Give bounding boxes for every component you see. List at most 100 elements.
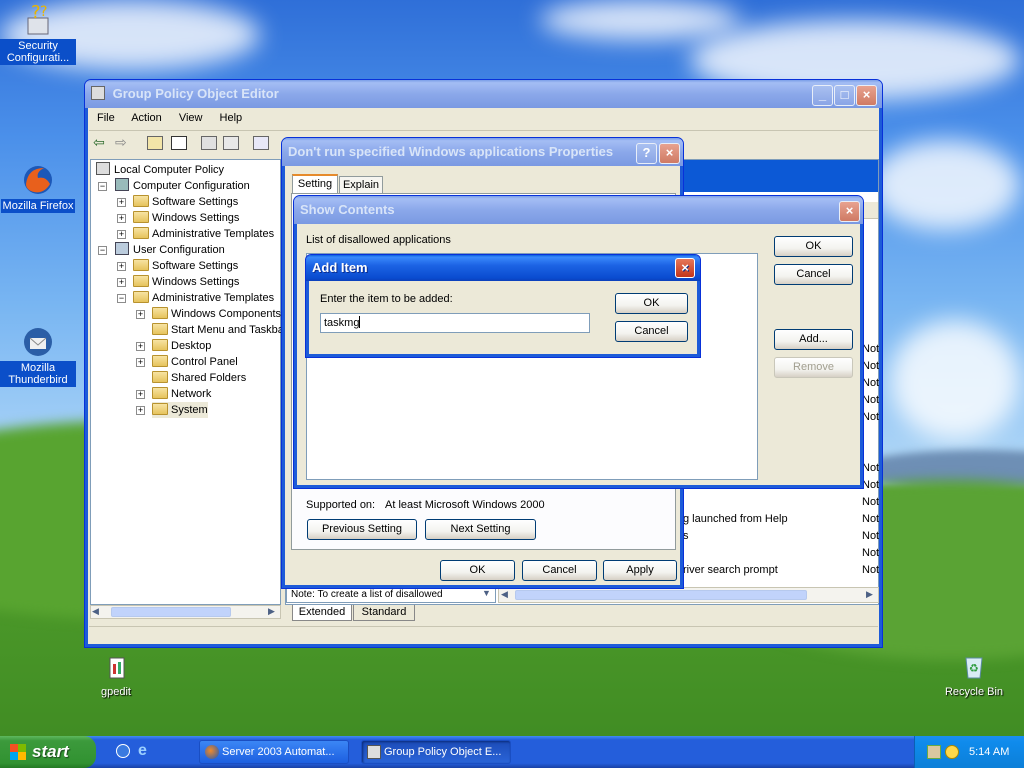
collapse-toggle[interactable]: − [117,294,126,303]
collapse-toggle[interactable]: − [98,182,107,191]
tree-node-windows-settings[interactable]: Windows Settings [133,210,239,226]
expand-toggle[interactable]: + [136,406,145,415]
row-state[interactable]: Not [862,513,879,525]
desktop-icon-gpedit[interactable]: gpedit [78,650,154,699]
menu-view[interactable]: View [179,112,203,124]
expand-toggle[interactable]: + [136,342,145,351]
ok-button[interactable]: OK [615,293,688,314]
tray-status-icon[interactable] [945,745,959,759]
desktop-icon-recycle-bin[interactable]: ♻ Recycle Bin [936,650,1012,699]
cancel-button[interactable]: Cancel [615,321,688,342]
cancel-button[interactable]: Cancel [522,560,597,581]
expand-toggle[interactable]: + [117,214,126,223]
apply-button[interactable]: Apply [603,560,677,581]
tree-node-local-computer-policy[interactable]: Local Computer Policy [96,162,224,178]
menu-action[interactable]: Action [131,112,162,124]
menu-help[interactable]: Help [220,112,243,124]
gpo-title-bar[interactable]: Group Policy Object Editor _ □ × [85,80,882,108]
remove-button[interactable]: Remove [774,357,853,378]
internet-explorer-icon[interactable]: e [138,742,147,760]
previous-setting-button[interactable]: Previous Setting [307,519,417,540]
expand-toggle[interactable]: + [117,278,126,287]
scroll-thumb[interactable] [111,607,231,617]
row-state[interactable]: Not [862,394,879,406]
show-hide-tree-icon[interactable] [171,136,187,150]
export-list-icon[interactable] [223,136,239,150]
details-horizontal-scrollbar[interactable]: ◀ ▶ [498,587,879,603]
start-button[interactable]: start [0,736,96,768]
tree-node-shared-folders[interactable]: Shared Folders [152,370,246,386]
expand-toggle[interactable]: + [136,390,145,399]
close-button[interactable]: × [675,258,695,278]
clock[interactable]: 5:14 AM [969,736,1009,768]
desktop-icon-firefox[interactable]: Mozilla Firefox [0,164,76,213]
tray-app-icon[interactable] [927,745,941,759]
row-name[interactable]: g launched from Help [683,513,788,525]
properties-icon[interactable] [201,136,217,150]
expand-toggle[interactable]: + [117,262,126,271]
tree-node-control-panel[interactable]: Control Panel [152,354,238,370]
add-item-title-bar[interactable]: Add Item × [306,255,700,281]
expand-toggle[interactable]: + [117,198,126,207]
up-folder-icon[interactable] [147,136,163,150]
row-state[interactable]: Not [862,479,879,491]
tree-node-administrative-templates[interactable]: Administrative Templates [133,290,274,306]
menu-file[interactable]: File [97,112,115,124]
minimize-button[interactable]: _ [812,85,833,106]
collapse-toggle[interactable]: − [98,246,107,255]
show-contents-title-bar[interactable]: Show Contents × [294,196,863,224]
scroll-left-arrow-icon[interactable]: ◀ [501,589,508,600]
tab-standard[interactable]: Standard [353,605,415,621]
expand-toggle[interactable]: + [136,358,145,367]
task-group-policy[interactable]: Group Policy Object E... [361,740,511,764]
row-state[interactable]: Not [862,411,879,423]
tab-setting[interactable]: Setting [292,174,338,194]
help-button[interactable]: ? [636,143,657,164]
row-state[interactable]: Not [862,547,879,559]
back-arrow-icon[interactable]: ⇦ [93,134,105,151]
tree-node-network[interactable]: Network [152,386,211,402]
help-icon[interactable] [253,136,269,150]
desktop-icon-thunderbird[interactable]: Mozilla Thunderbird [0,326,76,387]
scroll-left-arrow-icon[interactable]: ◀ [92,606,99,617]
item-input[interactable]: taskmg [320,313,590,333]
expand-toggle[interactable]: + [117,230,126,239]
tree-node-windows-settings[interactable]: Windows Settings [133,274,239,290]
tree-node-software-settings[interactable]: Software Settings [133,258,238,274]
ok-button[interactable]: OK [440,560,515,581]
tab-explain[interactable]: Explain [339,176,383,193]
note-dropdown-icon[interactable]: ▼ [482,588,491,598]
tree-node-desktop[interactable]: Desktop [152,338,211,354]
expand-toggle[interactable]: + [136,310,145,319]
ok-button[interactable]: OK [774,236,853,257]
row-state[interactable]: Not [862,496,879,508]
maximize-button[interactable]: □ [834,85,855,106]
next-setting-button[interactable]: Next Setting [425,519,536,540]
scroll-right-arrow-icon[interactable]: ▶ [866,589,873,600]
row-state[interactable]: Not [862,462,879,474]
tree-node-administrative-templates[interactable]: Administrative Templates [133,226,274,242]
scroll-thumb[interactable] [515,590,807,600]
quicklaunch-icon[interactable] [116,744,130,758]
tree-horizontal-scrollbar[interactable]: ◀ ▶ [90,605,281,619]
tab-extended[interactable]: Extended [292,605,352,621]
close-button[interactable]: × [856,85,877,106]
row-state[interactable]: Not [862,564,879,576]
add-button[interactable]: Add... [774,329,853,350]
close-button[interactable]: × [659,143,680,164]
tree-node-computer-configuration[interactable]: Computer Configuration [115,178,250,194]
tree-node-system[interactable]: System [152,402,208,418]
row-name[interactable]: river search prompt [683,564,778,576]
scroll-right-arrow-icon[interactable]: ▶ [268,606,275,617]
properties-title-bar[interactable]: Don't run specified Windows applications… [282,138,683,166]
row-state[interactable]: Not [862,360,879,372]
tree-node-user-configuration[interactable]: User Configuration [115,242,225,258]
row-state[interactable]: Not [862,343,879,355]
cancel-button[interactable]: Cancel [774,264,853,285]
task-server-2003[interactable]: Server 2003 Automat... [199,740,349,764]
tree-node-software-settings[interactable]: Software Settings [133,194,238,210]
tree-node-start-menu-taskbar[interactable]: Start Menu and Taskba [152,322,284,338]
tree-node-windows-components[interactable]: Windows Components [152,306,281,322]
row-state[interactable]: Not [862,530,879,542]
desktop-icon-security-config[interactable]: ?? Security Configurati... [0,2,76,65]
